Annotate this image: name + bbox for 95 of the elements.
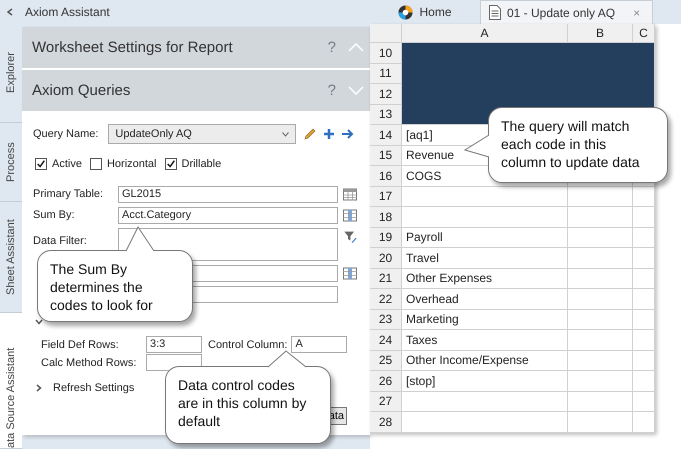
table-cell <box>568 371 633 392</box>
input-field[interactable]: A <box>291 336 348 353</box>
table-cell <box>568 228 633 248</box>
table-cell: Travel <box>402 248 568 268</box>
field-label: Primary Table: <box>33 187 104 202</box>
input-field[interactable]: GL2015 <box>118 186 338 203</box>
row-number[interactable]: 10 <box>370 43 402 64</box>
column-header[interactable]: B <box>568 24 633 43</box>
row-number[interactable]: 26 <box>370 371 402 392</box>
row-number[interactable]: 28 <box>370 412 402 432</box>
table-cell <box>568 392 633 412</box>
field-label: Field Def Rows: <box>41 338 120 350</box>
row-number[interactable]: 11 <box>370 64 402 84</box>
field-label: Sum By: <box>33 208 76 223</box>
collapse-icon[interactable] <box>7 8 13 16</box>
table-icon[interactable] <box>343 188 357 201</box>
table-cell <box>568 207 633 228</box>
query-dropdown[interactable]: UpdateOnly AQ <box>108 124 296 144</box>
row-number[interactable]: 16 <box>370 166 402 186</box>
row-number[interactable]: 15 <box>370 146 402 166</box>
callout-tooltip: The Sum By determines the codes to look for <box>37 250 193 322</box>
table-cell <box>633 310 655 330</box>
document-icon <box>489 5 501 20</box>
table-cell <box>568 310 633 330</box>
table-cell <box>568 330 633 350</box>
table-cell <box>568 268 633 289</box>
row-number[interactable]: 24 <box>370 330 402 350</box>
table-cell <box>633 371 655 392</box>
table-cell <box>568 412 633 432</box>
document-tab[interactable]: 01 - Update only AQ × <box>480 0 653 24</box>
field-label: Data Filter: <box>33 234 88 249</box>
field-label: Control Column: <box>208 338 288 350</box>
row-number[interactable]: 20 <box>370 248 402 268</box>
row-number[interactable]: 23 <box>370 310 402 330</box>
document-tab[interactable]: Home <box>370 0 480 24</box>
table-cell <box>568 248 633 268</box>
section-title[interactable]: Axiom Queries <box>32 82 328 99</box>
table-cell <box>633 248 655 268</box>
input-field[interactable]: 3:3 <box>146 336 202 353</box>
side-tab[interactable]: ata Source Assistant <box>0 313 22 449</box>
chevron-icon[interactable] <box>35 319 43 325</box>
checkbox[interactable] <box>164 158 176 170</box>
table-cell <box>633 207 655 228</box>
sidebar-title: Axiom Assistant <box>25 5 110 19</box>
table-cell: Overhead <box>402 289 568 310</box>
table-cell: Payroll <box>402 228 568 248</box>
checkbox-label: Active <box>52 158 82 170</box>
checkbox-label: Horizontal <box>106 158 156 170</box>
columns-icon[interactable] <box>343 209 357 222</box>
table-cell: Taxes <box>402 330 568 350</box>
row-number[interactable]: 14 <box>370 125 402 146</box>
row-number[interactable]: 12 <box>370 84 402 104</box>
row-number[interactable]: 27 <box>370 392 402 412</box>
table-cell <box>633 330 655 350</box>
field-label: Query Name: <box>33 128 98 140</box>
checkbox[interactable] <box>35 158 47 170</box>
callout-pointer <box>464 134 490 160</box>
callout-tooltip: The query will match each code in this column to update data <box>488 107 668 183</box>
column-header[interactable]: C <box>633 24 655 43</box>
input-field[interactable]: Acct.Category <box>118 207 338 224</box>
table-cell <box>568 289 633 310</box>
row-number[interactable]: 22 <box>370 289 402 310</box>
row-number[interactable]: 21 <box>370 268 402 289</box>
table-cell: [stop] <box>402 371 568 392</box>
section-title[interactable]: Worksheet Settings for Report <box>32 39 328 56</box>
table-cell <box>633 289 655 310</box>
table-cell: Marketing <box>402 310 568 330</box>
table-cell: Other Income/Expense <box>402 350 568 371</box>
table-cell <box>633 186 655 207</box>
checkbox[interactable] <box>90 158 102 170</box>
pencil-icon[interactable] <box>304 128 316 140</box>
logo-icon <box>398 4 414 20</box>
row-number[interactable]: 25 <box>370 350 402 371</box>
caret-icon <box>282 132 290 136</box>
expander-label[interactable]: Refresh Settings <box>53 382 134 394</box>
row-number[interactable]: 17 <box>370 186 402 207</box>
checkbox-label: Drillable <box>182 158 222 170</box>
chevron-icon[interactable] <box>36 384 42 392</box>
table-cell <box>633 350 655 371</box>
row-number[interactable]: 13 <box>370 104 402 125</box>
arrow-icon[interactable] <box>342 129 354 139</box>
table-cell <box>633 392 655 412</box>
table-cell <box>633 228 655 248</box>
filter-icon[interactable] <box>343 230 357 243</box>
plus-icon[interactable] <box>324 129 334 139</box>
columns-icon[interactable] <box>343 267 357 280</box>
table-cell <box>568 186 633 207</box>
column-header[interactable]: A <box>402 24 568 43</box>
row-number[interactable]: 18 <box>370 207 402 228</box>
table-cell <box>568 350 633 371</box>
table-cell <box>633 268 655 289</box>
table-cell: Other Expenses <box>402 268 568 289</box>
table-cell <box>633 412 655 432</box>
field-label: Calc Method Rows: <box>41 356 138 368</box>
row-number[interactable]: 19 <box>370 228 402 248</box>
